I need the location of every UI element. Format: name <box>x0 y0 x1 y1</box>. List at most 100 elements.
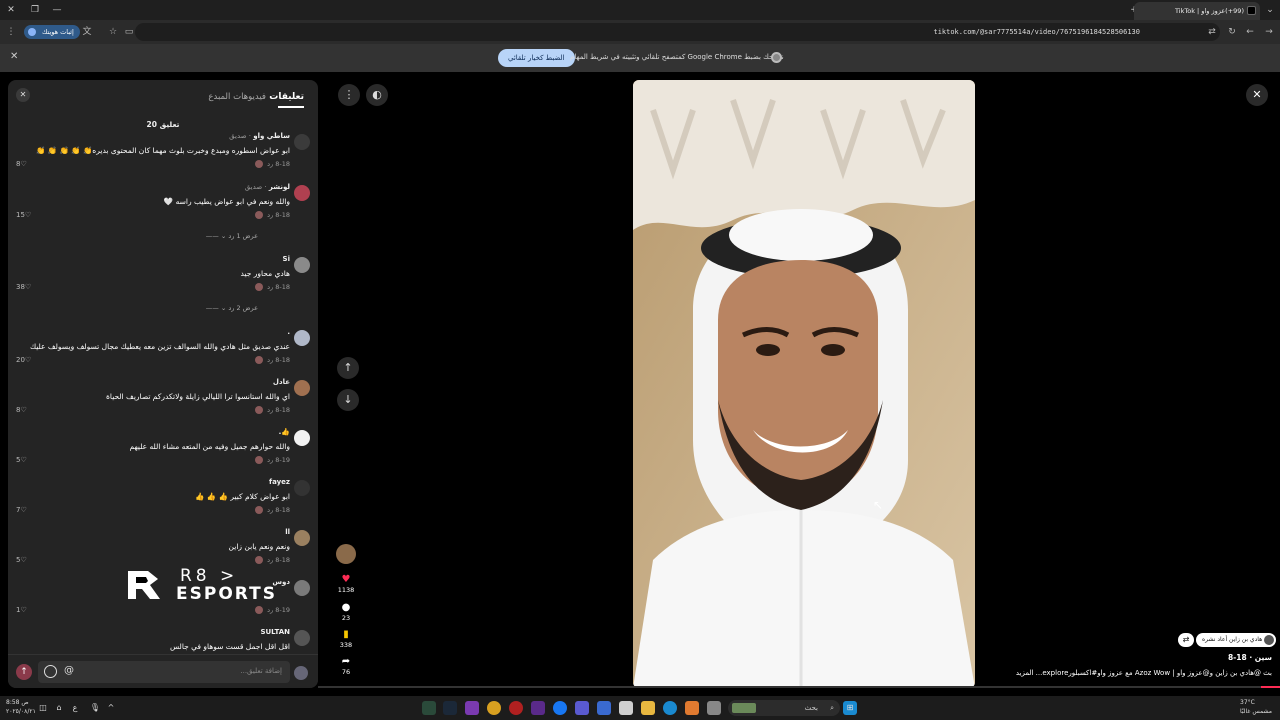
comment-username[interactable]: fayez <box>269 478 290 486</box>
cast-icon[interactable]: ▭ <box>122 25 136 39</box>
app-icon-record[interactable] <box>509 701 523 715</box>
forward-icon[interactable]: ← <box>1243 25 1257 39</box>
reply-button[interactable]: رد <box>267 406 273 414</box>
comment-like-button[interactable]: 1♡ <box>16 606 27 614</box>
avatar[interactable] <box>294 257 310 273</box>
avatar[interactable] <box>294 430 310 446</box>
reply-button[interactable]: رد <box>267 506 273 514</box>
reply-button[interactable]: رد <box>267 283 273 291</box>
reply-button[interactable]: رد <box>267 211 273 219</box>
app-icon-copilot[interactable] <box>685 701 699 715</box>
view-replies-button[interactable]: عرض 2 رد ⌄ —— <box>206 304 258 312</box>
verify-identity-button[interactable]: إثبات هويتك <box>24 25 80 39</box>
reply-button[interactable]: رد <box>267 160 273 168</box>
video-progress-bar[interactable] <box>318 686 1280 688</box>
more-options-icon[interactable]: ⋮ <box>338 84 360 106</box>
app-icon-terminal[interactable] <box>422 701 436 715</box>
comment-like-button[interactable]: 8♡ <box>16 160 27 168</box>
comment-username[interactable]: لونشر · صديق <box>245 183 290 191</box>
system-clock[interactable]: 8:58 ص ٢٠٢٥/٠٨/٢١ <box>6 698 36 716</box>
app-icon-steam[interactable] <box>443 701 457 715</box>
repost-icon[interactable]: ⇄ <box>1178 633 1194 647</box>
site-info-icon[interactable]: ⇄ <box>1205 25 1219 39</box>
comment-username[interactable]: عادل <box>273 378 290 386</box>
close-window-icon[interactable]: ✕ <box>4 3 18 17</box>
back-icon[interactable]: → <box>1262 25 1276 39</box>
tab-comments[interactable]: تعليقات <box>269 92 304 102</box>
video-player[interactable] <box>633 80 975 688</box>
comment-like-button[interactable]: 7♡ <box>16 506 27 514</box>
app-icon-chrome[interactable] <box>487 701 501 715</box>
reply-button[interactable]: رد <box>267 556 273 564</box>
taskbar-search[interactable]: بحث ⌕ <box>728 700 840 716</box>
video-author[interactable]: سين · 18-8 <box>1228 653 1272 662</box>
tab-creator-videos[interactable]: فيديوهات المبدع <box>208 92 266 102</box>
like-button[interactable]: ♥ 1138 <box>334 574 358 594</box>
comment-username[interactable]: ll <box>285 528 290 536</box>
comment-input[interactable]: @ إضافة تعليق... <box>38 661 290 683</box>
panel-close-icon[interactable]: ✕ <box>16 88 30 102</box>
avatar[interactable] <box>294 630 310 646</box>
app-icon-task-view[interactable] <box>707 701 721 715</box>
comment-like-button[interactable]: 20♡ <box>16 356 31 364</box>
comment-username[interactable]: 👍. <box>279 428 290 436</box>
set-default-button[interactable]: الضبط كخيار تلقائي <box>498 49 575 67</box>
close-video-icon[interactable]: ✕ <box>1246 84 1268 106</box>
network-icon[interactable]: ⌂ <box>52 701 66 715</box>
app-icon-teams[interactable] <box>575 701 589 715</box>
restore-window-icon[interactable]: ❐ <box>28 3 42 17</box>
show-hidden-icons-icon[interactable]: ^ <box>104 701 118 715</box>
comment-like-button[interactable]: 5♡ <box>16 456 27 464</box>
avatar[interactable] <box>294 580 310 596</box>
comments-button[interactable]: ● 23 <box>334 602 358 622</box>
comment-like-button[interactable]: 8♡ <box>16 406 27 414</box>
app-icon-twitch[interactable] <box>465 701 479 715</box>
save-button[interactable]: ▮ 338 <box>334 629 358 649</box>
reload-icon[interactable]: ↻ <box>1225 25 1239 39</box>
avatar[interactable] <box>294 330 310 346</box>
weather-widget[interactable]: 37°C مشمس غالبًا <box>1240 698 1272 716</box>
send-icon[interactable]: ↑ <box>16 664 32 680</box>
share-button[interactable]: ➦ 76 <box>334 656 358 676</box>
menu-icon[interactable]: ⋮ <box>4 25 18 39</box>
view-replies-button[interactable]: عرض 1 رد ⌄ —— <box>206 232 258 240</box>
reply-button[interactable]: رد <box>267 356 273 364</box>
app-icon-edge[interactable] <box>663 701 677 715</box>
microphone-icon[interactable]: 🎙 <box>88 701 102 715</box>
reply-button[interactable]: رد <box>267 456 273 464</box>
comment-username[interactable]: SULTAN <box>260 628 290 636</box>
creator-avatar[interactable] <box>334 544 358 564</box>
app-icon-facebook[interactable] <box>553 701 567 715</box>
avatar[interactable] <box>294 480 310 496</box>
repost-badge[interactable]: هادي بن زاين أعاد نشره <box>1196 633 1277 647</box>
active-tab[interactable]: (99+)عزوز واو | TikTok <box>1134 2 1260 20</box>
comment-like-button[interactable]: 15♡ <box>16 211 31 219</box>
reply-button[interactable]: رد <box>267 606 273 614</box>
avatar[interactable] <box>294 530 310 546</box>
avatar[interactable] <box>294 134 310 150</box>
translate-icon[interactable]: 文 <box>80 25 94 39</box>
language-icon[interactable]: ع <box>68 701 82 715</box>
app-icon-mail[interactable] <box>597 701 611 715</box>
banner-close-icon[interactable]: ✕ <box>10 51 18 62</box>
previous-video-button[interactable]: ↑ <box>337 357 359 379</box>
comment-username[interactable]: . <box>287 328 290 336</box>
tab-search-icon[interactable]: ⌄ <box>1263 3 1277 17</box>
video-description[interactable]: بث @هادي بن زاين و@عزوز واو | Azoz Wow م… <box>1016 669 1272 677</box>
comment-like-button[interactable]: 38♡ <box>16 283 31 291</box>
next-video-button[interactable]: ↓ <box>337 389 359 411</box>
address-bar[interactable]: tiktok.com/@sar7775514a/video/7675196184… <box>135 23 1220 41</box>
emoji-icon[interactable] <box>44 665 57 678</box>
start-windows-icon[interactable]: ⊞ <box>843 701 857 715</box>
bookmark-star-icon[interactable]: ☆ <box>106 25 120 39</box>
app-icon-kick[interactable] <box>531 701 545 715</box>
comment-username[interactable]: ساطي واو · صديق <box>229 132 290 140</box>
app-icon-file-explorer[interactable] <box>641 701 655 715</box>
audio-toggle-icon[interactable]: ◐ <box>366 84 388 106</box>
comment-like-button[interactable]: 5♡ <box>16 556 27 564</box>
avatar[interactable] <box>294 185 310 201</box>
app-icon-calendar[interactable] <box>619 701 633 715</box>
avatar[interactable] <box>294 380 310 396</box>
mention-icon[interactable]: @ <box>64 665 74 676</box>
comment-username[interactable]: Si <box>283 255 290 263</box>
